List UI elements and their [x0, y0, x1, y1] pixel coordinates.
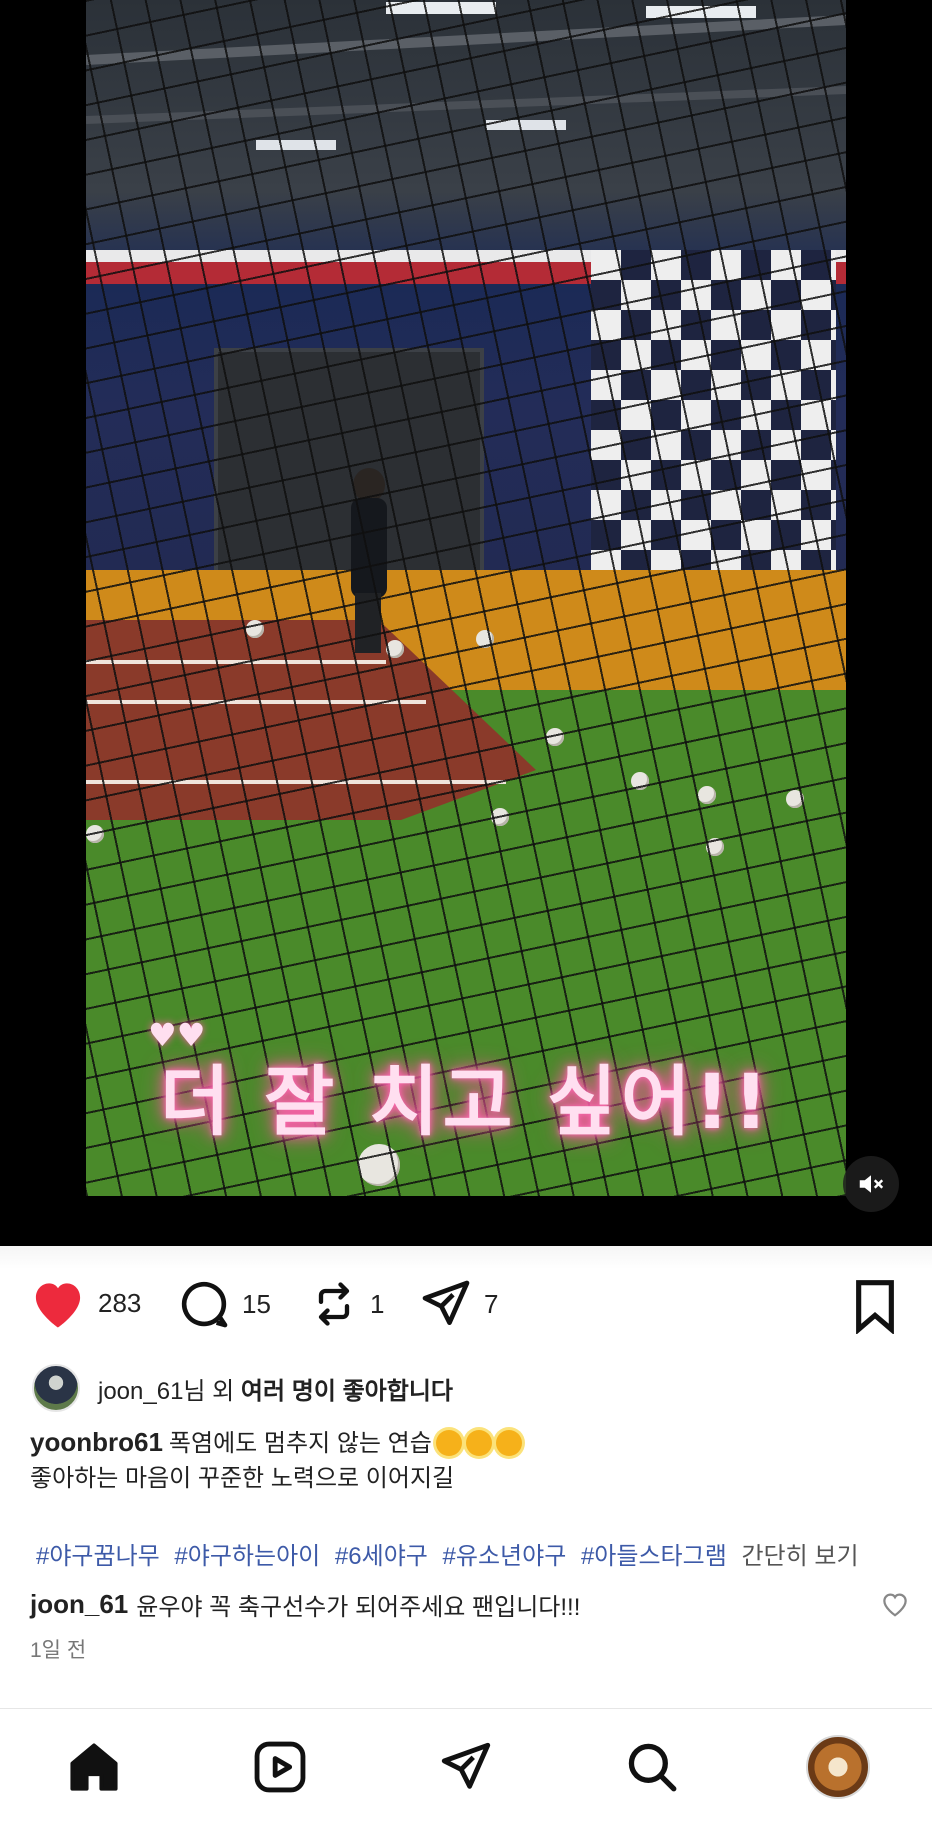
mat-line [86, 660, 386, 664]
player-legs [355, 593, 381, 653]
show-less-link[interactable]: 간단히 보기 [741, 1543, 858, 1570]
mat-line [86, 780, 506, 784]
action-bar: 283 15 1 7 [0, 1246, 932, 1362]
comment-action[interactable]: 15 [176, 1276, 271, 1332]
video-player[interactable]: ♥♥ 더 잘 치고 싶어!! [0, 0, 932, 1246]
nav-search[interactable] [620, 1735, 684, 1799]
bookmark-icon[interactable] [850, 1278, 900, 1335]
liked-by-others[interactable]: 여러 명이 좋아합니다 [241, 1378, 453, 1405]
video-overlay-caption: 더 잘 치고 싶어!! [159, 1057, 773, 1146]
baseball [86, 825, 104, 843]
search-icon[interactable] [623, 1738, 681, 1796]
hashtag-link[interactable]: #아들스타그램 [581, 1543, 727, 1570]
repost-icon[interactable] [308, 1276, 360, 1332]
like-action[interactable]: 283 [28, 1276, 141, 1330]
sun-emoji-icon [465, 1430, 492, 1456]
baseball [546, 728, 564, 746]
hashtag-link[interactable]: #유소년야구 [443, 1543, 567, 1570]
baseball [491, 808, 509, 826]
caption-line: yoonbro61 폭염에도 멈추지 않는 연습 [30, 1424, 910, 1462]
player-figure [341, 468, 395, 658]
reels-icon[interactable] [251, 1738, 309, 1796]
liked-by-suffix: 님 외 [183, 1377, 241, 1405]
profile-avatar[interactable] [806, 1735, 870, 1799]
nav-reels[interactable] [248, 1735, 312, 1799]
baseball [476, 630, 494, 648]
baseball [631, 772, 649, 790]
mute-button[interactable] [843, 1156, 899, 1212]
direct-share-icon[interactable] [418, 1276, 474, 1332]
speaker-muted-icon [859, 1175, 884, 1193]
comment-row[interactable]: joon_61 윤우야 꼭 축구선수가 되어주세요 팬입니다!!! [30, 1582, 910, 1626]
hashtag-link[interactable]: #야구꿈나무 [36, 1543, 160, 1570]
liked-by-row[interactable]: joon_61님 외 여러 명이 좋아합니다 [32, 1362, 453, 1414]
comment-username[interactable]: joon_61 [30, 1589, 128, 1620]
like-count: 283 [98, 1287, 142, 1318]
share-count: 7 [484, 1288, 499, 1319]
share-action[interactable]: 7 [418, 1276, 498, 1332]
heart-icon[interactable] [28, 1276, 88, 1330]
baseball [698, 786, 716, 804]
nav-direct[interactable] [434, 1735, 498, 1799]
post-timestamp: 1일 전 [30, 1639, 87, 1662]
hashtag-link[interactable]: #야구하는아이 [174, 1543, 320, 1570]
sun-emoji-icon [495, 1430, 522, 1456]
mat-line [86, 700, 426, 704]
home-icon[interactable] [65, 1738, 123, 1796]
bookmark-button[interactable] [850, 1278, 900, 1338]
comment-like-button[interactable] [880, 1590, 910, 1623]
caption-text: 폭염에도 멈추지 않는 연습 [168, 1430, 432, 1457]
player-body [351, 498, 387, 598]
caption-line: 좋아하는 마음이 꾸준한 노력으로 이어지길 [30, 1465, 455, 1492]
baseball [386, 640, 404, 658]
baseball [786, 790, 804, 808]
hashtag-list: #야구꿈나무 #야구하는아이 #6세야구 #유소년야구 #아들스타그램 간단히 … [36, 1536, 859, 1571]
comment-count: 15 [242, 1288, 271, 1319]
ceiling-lights [86, 2, 846, 150]
repost-count: 1 [370, 1288, 385, 1319]
liker-avatar[interactable] [32, 1364, 80, 1412]
comment-text: 윤우야 꼭 축구선수가 되어주세요 팬입니다!!! [136, 1593, 581, 1621]
direct-icon[interactable] [437, 1738, 495, 1796]
sponsor-backdrop [591, 250, 836, 570]
baseball [706, 838, 724, 856]
baseball [358, 1144, 400, 1186]
liker-username[interactable]: joon_61 [98, 1378, 183, 1405]
post-caption: yoonbro61 폭염에도 멈추지 않는 연습 좋아하는 마음이 꾸준한 노력으… [30, 1424, 910, 1496]
repost-action[interactable]: 1 [308, 1276, 384, 1332]
post-author[interactable]: yoonbro61 [30, 1427, 163, 1457]
comment-icon[interactable] [176, 1276, 232, 1332]
heart-outline-icon[interactable] [880, 1590, 910, 1618]
player-head [353, 468, 385, 502]
nav-profile[interactable] [806, 1735, 870, 1799]
bottom-navigation [0, 1708, 932, 1824]
nav-home[interactable] [62, 1735, 126, 1799]
sun-emoji-icon [435, 1430, 462, 1456]
baseball [246, 620, 264, 638]
hashtag-link[interactable]: #6세야구 [335, 1543, 428, 1570]
liked-by-text[interactable]: joon_61님 외 여러 명이 좋아합니다 [98, 1371, 453, 1406]
